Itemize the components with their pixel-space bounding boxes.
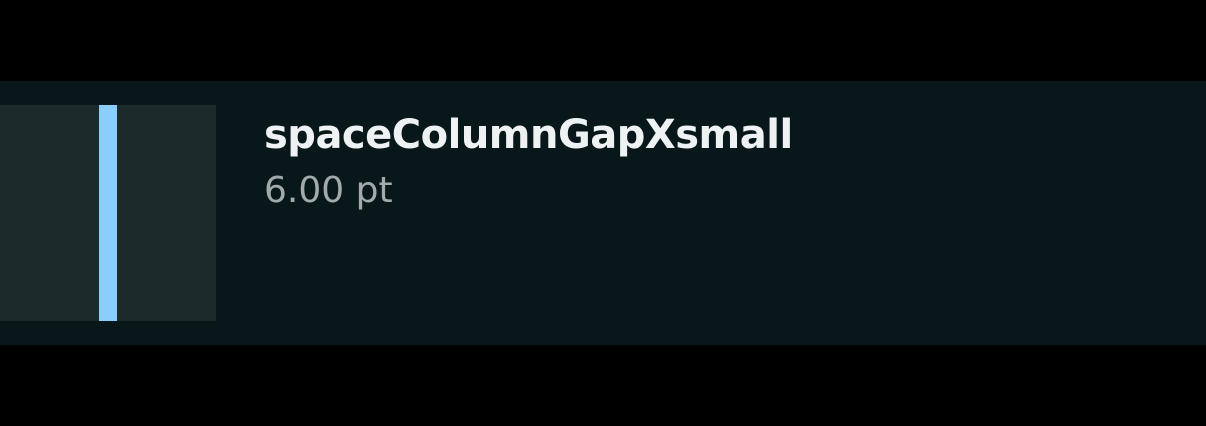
page: spaceColumnGapXsmall 6.00 pt: [0, 0, 1206, 426]
gap-preview-swatch: [0, 105, 216, 321]
token-row: spaceColumnGapXsmall 6.00 pt: [0, 81, 1206, 345]
column-gap-indicator: [99, 105, 117, 321]
token-name: spaceColumnGapXsmall: [264, 112, 793, 158]
token-value: 6.00 pt: [264, 170, 393, 211]
